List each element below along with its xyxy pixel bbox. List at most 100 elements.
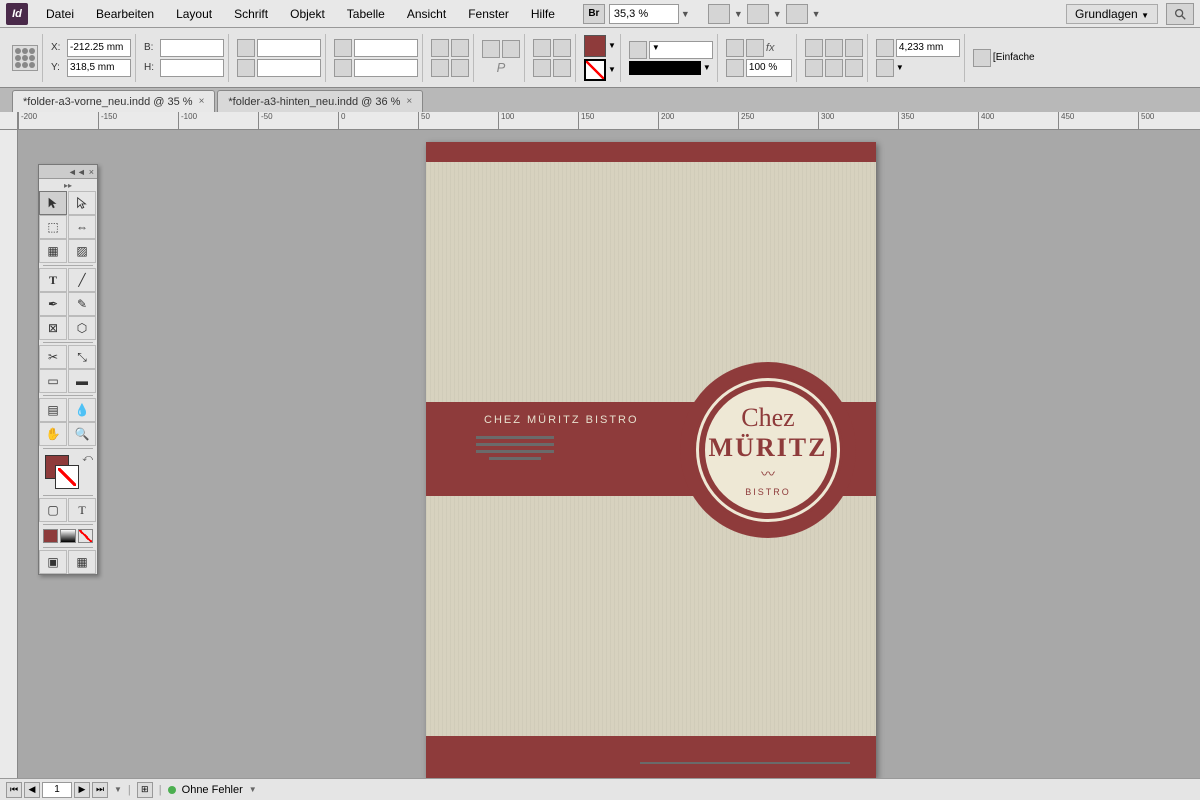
menu-ansicht[interactable]: Ansicht [397, 3, 456, 25]
rotate-cw-icon[interactable] [451, 39, 469, 57]
collapse-icon[interactable]: ◄◄ [68, 167, 86, 177]
open-button[interactable]: ⊞ [137, 782, 153, 798]
view-options-button[interactable] [708, 4, 730, 24]
menu-objekt[interactable]: Objekt [280, 3, 335, 25]
preflight-status-text[interactable]: Ohne Fehler [182, 784, 243, 796]
scissors-tool[interactable]: ✂ [39, 345, 67, 369]
menu-datei[interactable]: Datei [36, 3, 84, 25]
tools-panel-header[interactable]: ◄◄ × [39, 165, 97, 179]
corner-icon-4[interactable] [805, 59, 823, 77]
document-tab[interactable]: *folder-a3-hinten_neu.indd @ 36 % × [217, 90, 423, 112]
scale-x-icon[interactable] [237, 39, 255, 57]
workspace-select[interactable]: Grundlagen ▼ [1066, 4, 1158, 24]
flip-h-icon[interactable] [431, 59, 449, 77]
chevron-down-icon[interactable]: ▼ [249, 785, 257, 794]
apply-none-button[interactable] [78, 529, 93, 543]
menu-hilfe[interactable]: Hilfe [521, 3, 565, 25]
arrange-button[interactable] [786, 4, 808, 24]
search-button[interactable] [1166, 3, 1194, 25]
rotate-input[interactable] [354, 39, 418, 57]
shear-input[interactable] [354, 59, 418, 77]
gradient-feather-tool[interactable]: ▬ [68, 369, 96, 393]
align-bottom-icon[interactable] [533, 59, 551, 77]
formatting-container-tool[interactable]: ▢ [39, 498, 67, 522]
normal-view-mode[interactable]: ▣ [39, 550, 67, 574]
hand-tool[interactable]: ✋ [39, 422, 67, 446]
height-input[interactable] [160, 59, 224, 77]
corner-icon-5[interactable] [825, 59, 843, 77]
rotate-icon[interactable] [334, 39, 352, 57]
chevron-down-icon[interactable]: ▼ [896, 63, 904, 72]
apply-gradient-button[interactable] [60, 529, 75, 543]
opacity-input[interactable] [746, 59, 792, 77]
last-page-button[interactable]: ⏭ [92, 782, 108, 798]
pencil-tool[interactable]: ✎ [68, 292, 96, 316]
note-tool[interactable]: ▤ [39, 398, 67, 422]
corner-icon-3[interactable] [845, 39, 863, 57]
rotate-ccw-icon[interactable] [431, 39, 449, 57]
apply-color-button[interactable] [43, 529, 58, 543]
free-transform-tool[interactable]: ⤡ [68, 345, 96, 369]
corner-size-input[interactable] [896, 39, 960, 57]
chevron-down-icon[interactable]: ▼ [681, 9, 690, 19]
tools-panel[interactable]: ◄◄ × ▸▸ ⬚ ⇔ ▦ ▨ T ╱ ✒ ✎ ⊠ ⬡ ✂ ⤡ [38, 164, 98, 575]
eyedropper-tool[interactable]: 💧 [68, 398, 96, 422]
canvas[interactable]: CHEZ MÜRITZ BISTRO Chez MÜRITZ 〰 BISTRO … [18, 130, 1200, 778]
close-icon[interactable]: × [406, 96, 412, 107]
ruler-origin[interactable] [0, 112, 18, 130]
formatting-text-tool[interactable]: T [68, 498, 96, 522]
stroke-weight-input[interactable]: ▼ [649, 41, 713, 59]
corner-icon-1[interactable] [805, 39, 823, 57]
close-icon[interactable]: × [199, 96, 205, 107]
content-select-icon[interactable] [502, 40, 520, 58]
zoom-select[interactable] [609, 4, 679, 24]
gap-tool[interactable]: ⇔ [68, 215, 96, 239]
reference-point-selector[interactable] [12, 45, 38, 71]
chevron-down-icon[interactable]: ▼ [608, 65, 616, 74]
zoom-tool[interactable]: 🔍 [68, 422, 96, 446]
vertical-ruler[interactable] [0, 130, 18, 778]
fx-label[interactable]: fx [766, 42, 775, 54]
document-page[interactable]: CHEZ MÜRITZ BISTRO Chez MÜRITZ 〰 BISTRO [426, 142, 876, 778]
chevron-down-icon[interactable]: ▼ [734, 9, 743, 19]
align-middle-icon[interactable] [553, 39, 571, 57]
chevron-down-icon[interactable]: ▼ [114, 785, 122, 794]
swap-icon[interactable]: ⤺ [82, 453, 93, 464]
fill-swatch[interactable] [584, 35, 606, 57]
menu-schrift[interactable]: Schrift [224, 3, 278, 25]
chevron-down-icon[interactable]: ▼ [652, 43, 660, 52]
menu-fenster[interactable]: Fenster [458, 3, 519, 25]
selection-tool[interactable] [39, 191, 67, 215]
tools-panel-grip[interactable]: ▸▸ [39, 179, 97, 191]
container-select-icon[interactable] [482, 40, 500, 58]
object-style-icon[interactable] [973, 49, 991, 67]
chevron-down-icon[interactable]: ▼ [703, 63, 711, 72]
pen-tool[interactable]: ✒ [39, 292, 67, 316]
corner-icon-2[interactable] [825, 39, 843, 57]
y-position-input[interactable] [67, 59, 131, 77]
chevron-down-icon[interactable]: ▼ [608, 41, 616, 50]
bridge-button[interactable]: Br [583, 4, 605, 24]
align-justify-icon[interactable] [553, 59, 571, 77]
rectangle-frame-tool[interactable]: ⊠ [39, 316, 67, 340]
fit-content-icon[interactable] [876, 59, 894, 77]
menu-tabelle[interactable]: Tabelle [337, 3, 395, 25]
preview-mode[interactable]: ▦ [68, 550, 96, 574]
chevron-down-icon[interactable]: ▼ [812, 9, 821, 19]
scale-y-input[interactable] [257, 59, 321, 77]
gradient-swatch-tool[interactable]: ▭ [39, 369, 67, 393]
flip-v-icon[interactable] [451, 59, 469, 77]
text-wrap-bounding-icon[interactable] [746, 39, 764, 57]
content-collector-tool[interactable]: ▦ [39, 239, 67, 263]
first-page-button[interactable]: ⏮ [6, 782, 22, 798]
stroke-style-select[interactable] [629, 61, 701, 75]
menu-layout[interactable]: Layout [166, 3, 222, 25]
document-tab[interactable]: *folder-a3-vorne_neu.indd @ 35 % × [12, 90, 215, 112]
menu-bearbeiten[interactable]: Bearbeiten [86, 3, 164, 25]
align-top-icon[interactable] [533, 39, 551, 57]
next-page-button[interactable]: ▶ [74, 782, 90, 798]
horizontal-ruler[interactable]: -200-150-100-500501001502002503003504004… [18, 112, 1200, 130]
fit-frame-icon[interactable] [876, 39, 894, 57]
rectangle-tool[interactable]: ⬡ [68, 316, 96, 340]
corner-icon-6[interactable] [845, 59, 863, 77]
